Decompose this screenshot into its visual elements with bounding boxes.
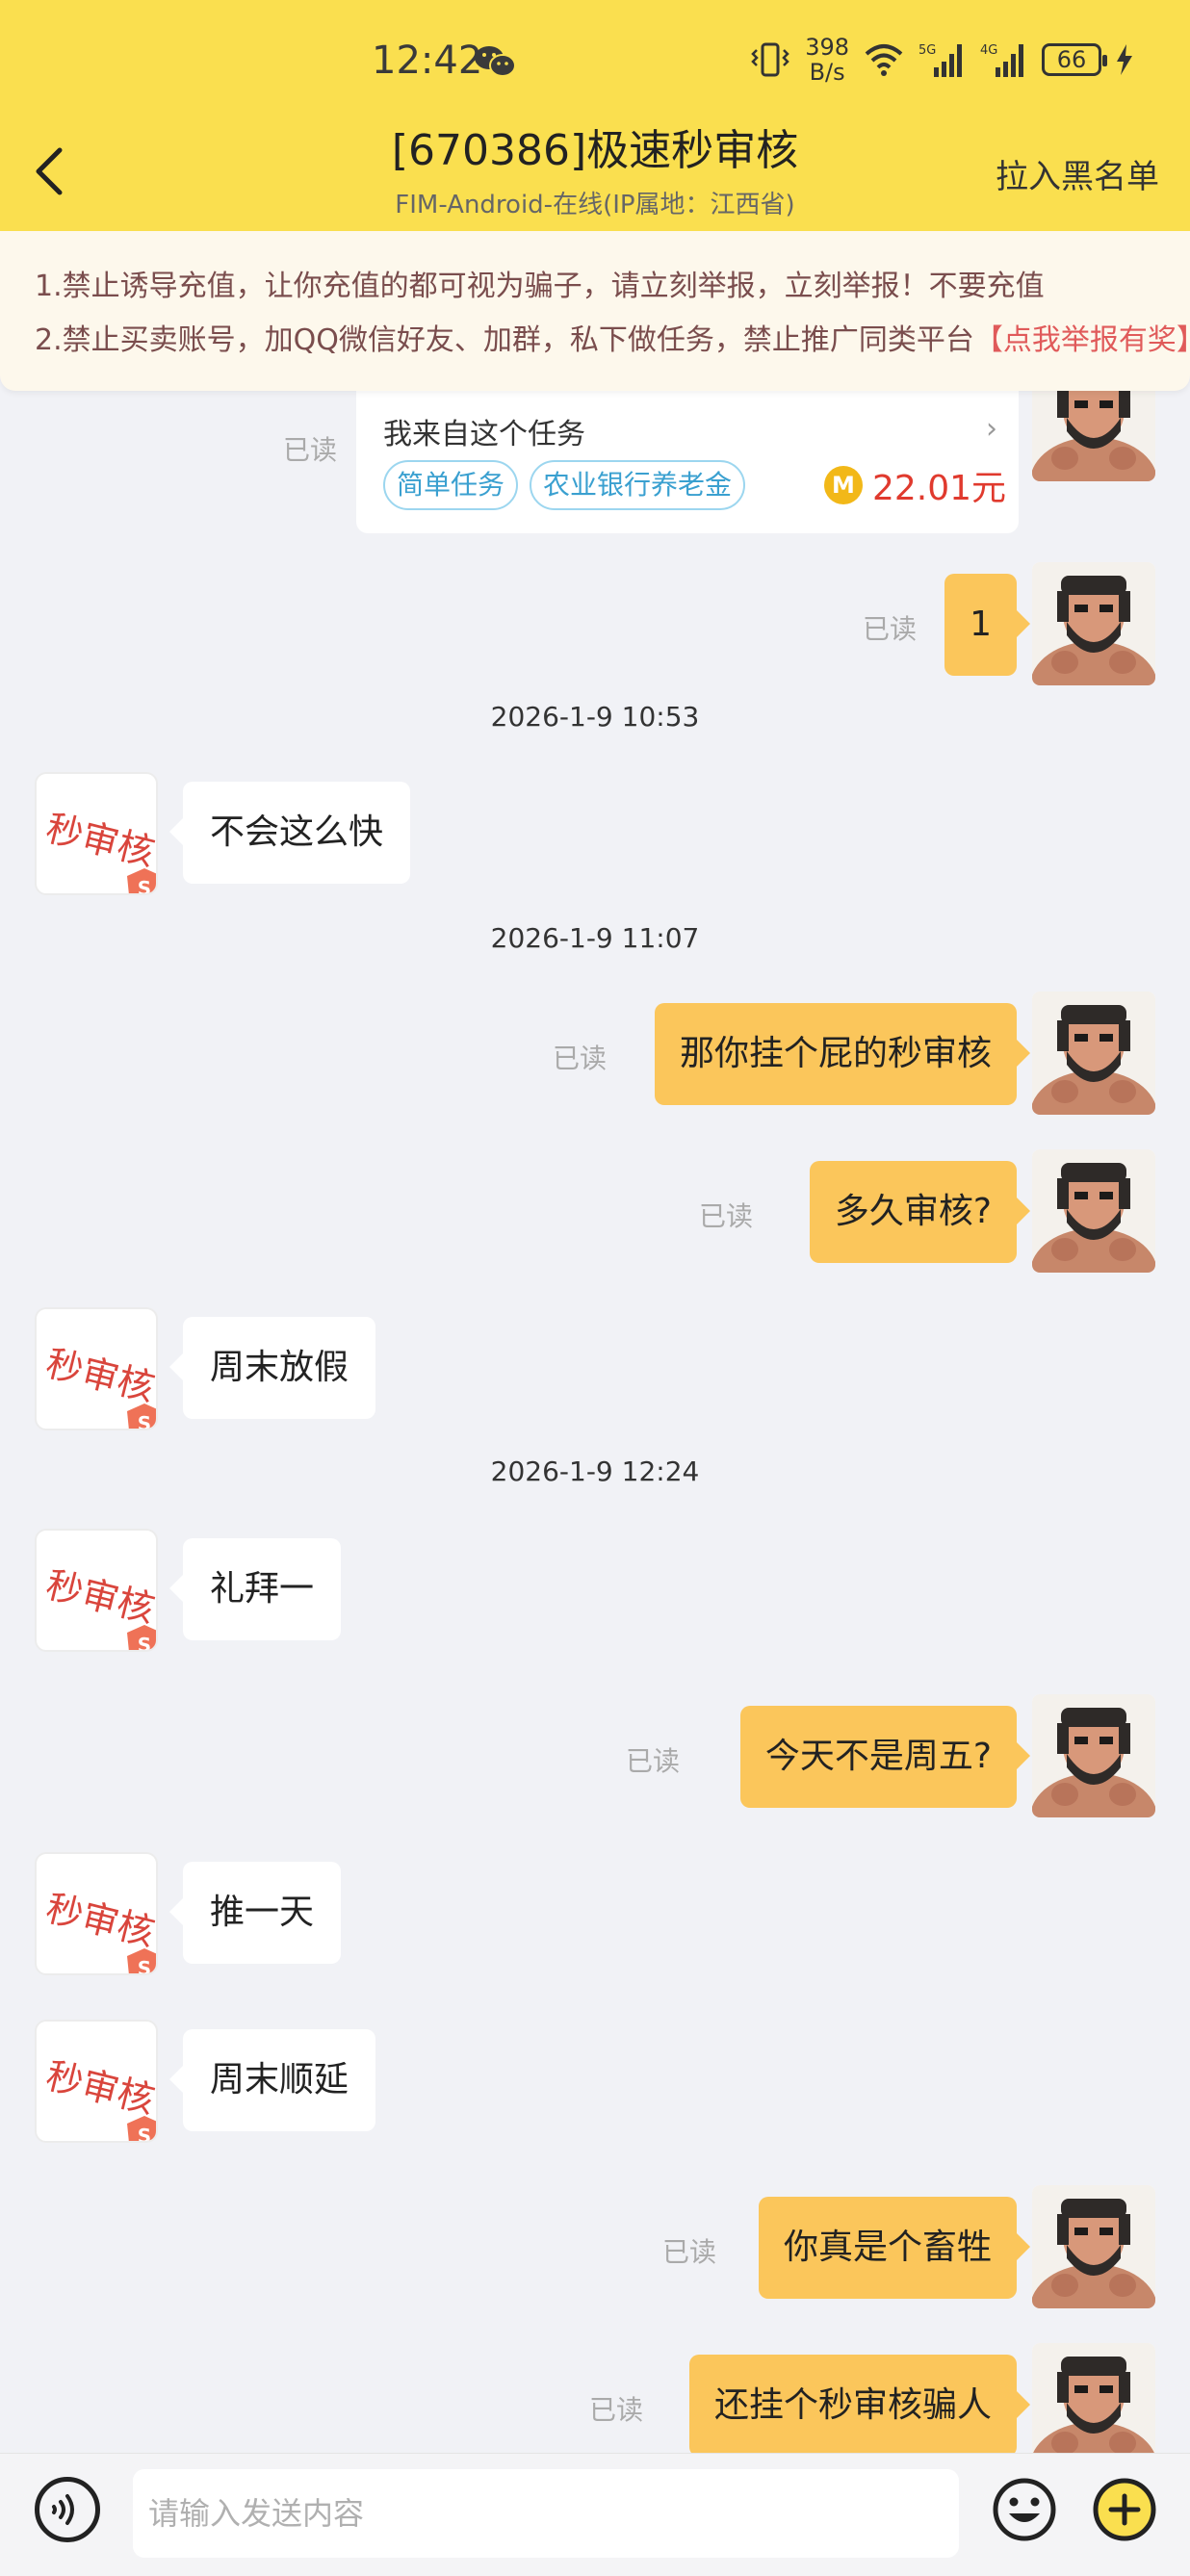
shield-badge-icon: S: [127, 868, 156, 895]
shield-badge-icon: S: [127, 1625, 156, 1652]
bot-avatar-text: 秒审核: [41, 1562, 158, 1632]
shield-badge-icon: S: [127, 1948, 156, 1975]
message-bubble-received[interactable]: 礼拜一: [168, 1538, 342, 1640]
top-header: 12:42 398 B/s 5G 4G 66 [670386]极速秒审核 FIM…: [0, 0, 1190, 231]
shield-badge-label: S: [138, 1412, 151, 1430]
signal-5g-label: 5G: [918, 43, 936, 58]
battery-icon: 66: [1042, 43, 1107, 76]
shield-badge-icon: S: [127, 1404, 156, 1430]
timestamp: 2026-1-9 10:53: [490, 701, 700, 733]
blacklist-button[interactable]: 拉入黑名单: [996, 150, 1159, 197]
safety-notice: 1.禁止诱导充值，让你充值的都可视为骗子，请立刻举报，立刻举报！不要充值 2.禁…: [0, 231, 1190, 391]
user-avatar[interactable]: [1032, 1149, 1155, 1273]
bot-avatar[interactable]: 秒审核 S: [35, 1307, 158, 1430]
chat-area[interactable]: 已读 我来自这个任务 › 简单任务 农业银行养老金 M 22.01元 已读 1 …: [0, 391, 1190, 2453]
signal-4g-icon: 4G: [980, 43, 1023, 77]
status-bar: 12:42 398 B/s 5G 4G 66: [0, 0, 1190, 135]
bot-avatar[interactable]: 秒审核 S: [35, 2020, 158, 2143]
user-avatar[interactable]: [1032, 1694, 1155, 1817]
message-bubble-received[interactable]: 周末放假: [168, 1317, 376, 1419]
read-receipt: 已读: [863, 613, 918, 645]
shield-badge-label: S: [138, 2125, 151, 2143]
bot-avatar[interactable]: 秒审核 S: [35, 772, 158, 895]
input-bar: [0, 2453, 1190, 2576]
status-time: 12:42: [372, 39, 483, 83]
timestamp: 2026-1-9 12:24: [490, 1455, 700, 1487]
message-bubble-received[interactable]: 不会这么快: [168, 782, 411, 884]
shield-badge-icon: S: [127, 2116, 156, 2143]
notice-line-2-text: 2.禁止买卖账号，加QQ微信好友、加群，私下做任务，禁止推广同类平台: [35, 323, 974, 357]
signal-4g-label: 4G: [980, 43, 997, 58]
message-bubble-sent[interactable]: 今天不是周五?: [739, 1706, 1031, 1808]
timestamp: 2026-1-9 11:07: [490, 922, 700, 954]
user-avatar[interactable]: [1032, 391, 1155, 481]
task-card[interactable]: 我来自这个任务 › 简单任务 农业银行养老金 M 22.01元: [356, 391, 1019, 533]
task-tag: 简单任务: [383, 460, 519, 510]
message-bubble-received[interactable]: 周末顺延: [168, 2029, 376, 2131]
read-receipt: 已读: [589, 2394, 644, 2426]
shield-badge-label: S: [138, 1634, 151, 1652]
notice-line-1: 1.禁止诱导充值，让你充值的都可视为骗子，请立刻举报，立刻举报！不要充值: [35, 270, 1045, 303]
plus-icon[interactable]: [1092, 2477, 1157, 2542]
charging-icon: [1117, 44, 1132, 75]
bot-avatar-text: 秒审核: [41, 806, 158, 875]
voice-icon[interactable]: [35, 2477, 100, 2542]
read-receipt: 已读: [699, 1200, 754, 1232]
chevron-right-icon: ›: [986, 412, 997, 446]
message-bubble-received[interactable]: 推一天: [168, 1862, 342, 1964]
read-receipt: 已读: [283, 434, 338, 466]
shield-badge-label: S: [138, 877, 151, 895]
bot-avatar-text: 秒审核: [41, 1341, 158, 1410]
message-bubble-sent[interactable]: 多久审核?: [809, 1161, 1031, 1263]
vibrate-icon: [751, 42, 789, 77]
bot-avatar[interactable]: 秒审核 S: [35, 1852, 158, 1975]
report-link[interactable]: 【点我举报有奖】: [974, 323, 1190, 357]
wechat-icon: [475, 46, 516, 77]
notice-line-2: 2.禁止买卖账号，加QQ微信好友、加群，私下做任务，禁止推广同类平台【点我举报有…: [35, 314, 1190, 368]
bot-avatar-text: 秒审核: [41, 2053, 158, 2123]
message-bubble-sent[interactable]: 你真是个畜牲: [758, 2197, 1031, 2299]
user-avatar[interactable]: [1032, 2343, 1155, 2453]
message-bubble-sent[interactable]: 那你挂个屁的秒审核: [654, 1003, 1031, 1105]
shield-badge-label: S: [138, 1957, 151, 1975]
emoji-icon[interactable]: [992, 2477, 1057, 2542]
net-speed: 398 B/s: [805, 35, 849, 85]
task-card-title: 我来自这个任务: [383, 418, 585, 451]
read-receipt: 已读: [662, 2236, 717, 2268]
user-avatar[interactable]: [1032, 992, 1155, 1115]
message-bubble-sent[interactable]: 还挂个秒审核骗人: [688, 2355, 1031, 2453]
wifi-icon: [865, 44, 903, 76]
read-receipt: 已读: [553, 1043, 608, 1074]
task-reward: 22.01元: [872, 469, 1007, 508]
user-avatar[interactable]: [1032, 2185, 1155, 2308]
task-tag: 农业银行养老金: [530, 460, 746, 510]
read-receipt: 已读: [626, 1745, 681, 1777]
bot-avatar-text: 秒审核: [41, 1886, 158, 1955]
message-bubble-sent[interactable]: 1: [944, 574, 1030, 676]
status-icons: 398 B/s 5G 4G 66: [749, 35, 1134, 85]
signal-5g-icon: 5G: [918, 43, 962, 77]
net-speed-unit: B/s: [809, 59, 845, 86]
message-input[interactable]: [133, 2469, 959, 2558]
user-avatar[interactable]: [1032, 562, 1155, 685]
bot-avatar[interactable]: 秒审核 S: [35, 1529, 158, 1652]
net-speed-value: 398: [805, 34, 849, 61]
coin-icon: M: [824, 466, 863, 504]
